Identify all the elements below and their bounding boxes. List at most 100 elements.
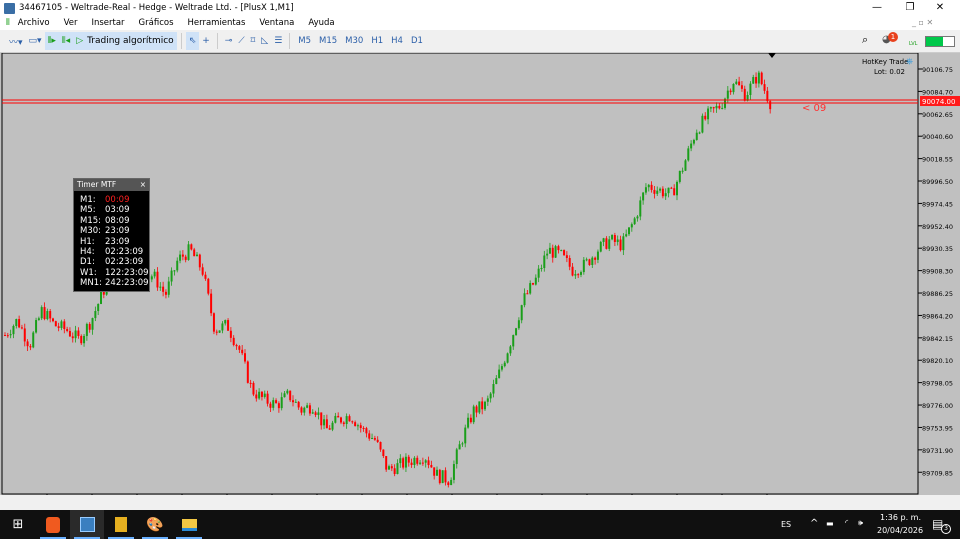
menu-ver[interactable]: Ver [64, 18, 78, 28]
taskbar-explorer[interactable] [172, 510, 206, 539]
candle-body [529, 283, 532, 294]
candle-body [616, 239, 619, 242]
menu-ayuda[interactable]: Ayuda [308, 18, 334, 28]
candle-body [196, 254, 198, 257]
candle-body [218, 330, 221, 333]
candle-body [625, 234, 628, 237]
wifi-icon[interactable]: ◜ [845, 518, 848, 527]
y-tick-label: 90062.65 [922, 111, 953, 119]
battery-icon[interactable]: ▬ [826, 519, 834, 528]
y-tick-label: 89798.05 [922, 380, 953, 388]
menu-insertar[interactable]: Insertar [91, 18, 124, 28]
timer-value: 23:09 [105, 236, 130, 247]
timeframe-d1[interactable]: D1 [411, 36, 423, 46]
candle-body [580, 272, 582, 275]
close-button[interactable]: ✕ [925, 0, 955, 16]
candle-body [77, 330, 80, 336]
fibonacci-icon[interactable]: ☰ [271, 32, 285, 50]
timer-tf: W1: [80, 267, 97, 278]
notification-badge: 1 [888, 32, 898, 42]
triangle-icon[interactable]: ◺ [258, 32, 271, 50]
candle-body [478, 401, 481, 413]
tray-chevron-icon[interactable]: ^ [810, 518, 818, 529]
taskbar-metatrader[interactable] [70, 510, 104, 539]
taskbar-sublime[interactable] [104, 510, 138, 539]
candle-body [452, 464, 455, 480]
cursor-icon[interactable]: ⇖ [185, 32, 200, 50]
menu-graficos[interactable]: Gráficos [139, 18, 174, 28]
menu-herramientas[interactable]: Herramientas [188, 18, 246, 28]
restore-button[interactable]: ❐ [895, 0, 925, 16]
candle-body [320, 412, 323, 426]
menu-ventana[interactable]: Ventana [259, 18, 294, 28]
candle-body [255, 394, 258, 399]
candle-body [289, 390, 292, 401]
candle-body [340, 417, 342, 423]
candle-body [314, 412, 317, 415]
candle-body [190, 244, 193, 250]
autoscroll-icon[interactable]: ⫴▸ [44, 32, 59, 50]
menu-archivo[interactable]: Archivo [18, 18, 50, 28]
candle-body [176, 260, 179, 271]
notification-count: 3 [941, 524, 951, 534]
separator [180, 33, 182, 49]
trendline-icon[interactable]: ⟋ [235, 32, 247, 50]
timeframe-h1[interactable]: H1 [371, 36, 383, 46]
candle-body [100, 291, 102, 304]
candle-body [29, 346, 32, 348]
candle-body [548, 247, 551, 254]
timer-value: 23:09 [105, 226, 130, 237]
y-tick-label: 89952.40 [922, 223, 953, 231]
candle-body [743, 88, 746, 101]
clock-time[interactable]: 1:36 p. m. [880, 513, 921, 522]
candle-body [537, 268, 540, 278]
language-indicator[interactable]: ES [781, 520, 791, 529]
y-tick-label: 90106.75 [922, 66, 953, 74]
clock-date[interactable]: 20/04/2026 [877, 526, 923, 535]
taskbar-paint[interactable]: 🎨 [138, 510, 172, 539]
timeframe-m30[interactable]: M30 [345, 36, 363, 46]
minimize-button[interactable]: — [862, 0, 892, 16]
y-tick-label: 89908.30 [922, 268, 953, 276]
timeframe-m15[interactable]: M15 [319, 36, 337, 46]
templates-dropdown-icon[interactable]: ▭▾ [26, 32, 45, 50]
timer-row: M15: 08:09 [74, 216, 149, 226]
timeframe-h4[interactable]: H4 [391, 36, 403, 46]
candle-body [613, 234, 616, 242]
start-button[interactable]: ⊞ [0, 510, 36, 539]
algo-trading-button[interactable]: ▷ Trading algorítmico [73, 32, 177, 50]
chart-shift-marker[interactable] [768, 53, 776, 58]
timer-row: H4: 02:23:09 [74, 247, 149, 257]
candle-body [540, 267, 543, 269]
candle-body [701, 115, 704, 133]
rectangle-icon[interactable]: ⌑ [248, 32, 259, 50]
candle-body [574, 274, 577, 276]
price-chart[interactable]: 90106.75 90084.70 90062.65 90040.60 90018.55… [0, 52, 960, 506]
candle-body [543, 255, 546, 268]
candle-body [74, 330, 77, 339]
search-icon[interactable]: ⌕ [862, 33, 868, 47]
timeframe-m5[interactable]: M5 [298, 36, 311, 46]
timer-close-button[interactable]: × [140, 179, 146, 191]
candle-countdown: < 09 [802, 103, 826, 114]
crosshair-icon[interactable]: + [199, 32, 213, 50]
y-tick-label: 90018.55 [922, 156, 953, 164]
candle-body [40, 307, 43, 319]
taskbar-brave[interactable] [36, 510, 70, 539]
timer-header[interactable]: Timer MTF × [74, 179, 149, 191]
indicators-dropdown-icon[interactable]: 〰▾ [6, 32, 26, 50]
hotkey-cap-icon[interactable]: ⎈ [906, 56, 913, 67]
candle-body [534, 277, 537, 285]
candle-body [57, 326, 60, 328]
chart-shift-icon[interactable]: ⫴◂ [58, 32, 74, 50]
timer-row: M30: 23:09 [74, 226, 149, 236]
candle-body [692, 139, 695, 144]
volume-icon[interactable]: 🕪 [858, 518, 863, 528]
horizontal-line-icon[interactable]: ⊸ [222, 32, 236, 50]
candle-body [458, 444, 461, 450]
candle-body [328, 428, 331, 430]
candle-body [311, 412, 314, 414]
candle-body [238, 346, 241, 350]
candle-body [294, 401, 297, 403]
mdi-minimize-button[interactable]: _ ▫ ✕ [912, 18, 933, 27]
